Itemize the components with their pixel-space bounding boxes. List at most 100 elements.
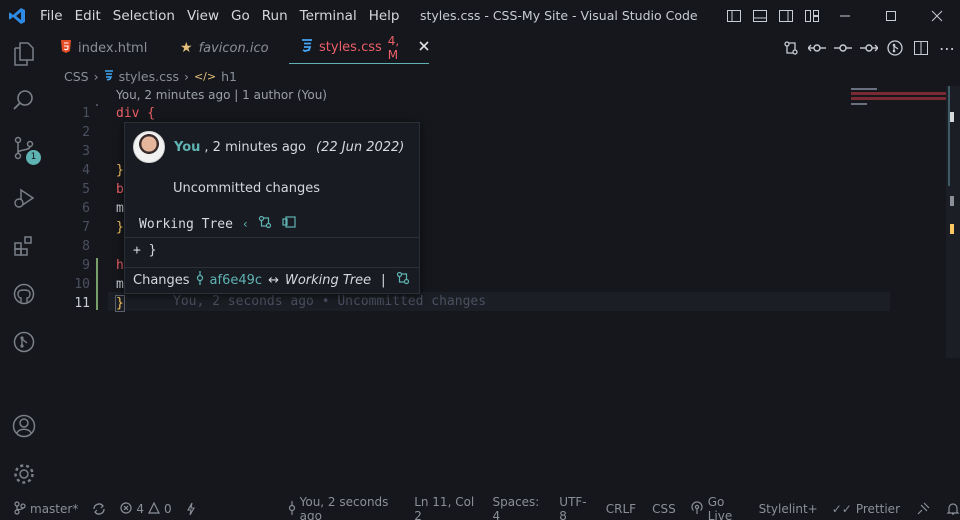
feedback-icon[interactable] (916, 498, 930, 520)
toggle-sidebar-icon[interactable] (724, 0, 744, 32)
open-file-icon[interactable] (282, 216, 296, 232)
stylelint-status[interactable]: Stylelint+ (759, 498, 818, 520)
breadcrumb-file[interactable]: styles.css (119, 69, 179, 84)
hover-diff-text: + } (133, 243, 157, 258)
compare-previous-icon[interactable]: ‹ (243, 217, 248, 231)
author-avatar (133, 131, 165, 163)
close-tab-icon[interactable] (419, 40, 429, 55)
toggle-panel-icon[interactable] (750, 0, 770, 32)
open-changes-icon[interactable] (258, 215, 272, 233)
more-actions-icon[interactable]: ⋯ (934, 32, 960, 64)
line-number: 1 (82, 106, 90, 121)
git-branch-icon (14, 500, 26, 518)
tab-favicon[interactable]: ★ favicon.ico (168, 32, 286, 64)
go-live-label: Go Live (707, 495, 733, 520)
tab-index-html[interactable]: index.html (48, 32, 166, 64)
hover-working-tree: Working Tree (139, 216, 233, 232)
source-control-icon[interactable] (0, 128, 48, 168)
end-of-line[interactable]: CRLF (606, 498, 636, 520)
error-icon (120, 501, 132, 517)
lightning-icon[interactable] (186, 498, 196, 520)
breadcrumb-folder[interactable]: CSS (64, 69, 89, 84)
menu-run[interactable]: Run (256, 0, 294, 32)
hover-diff-line: + } (133, 243, 156, 258)
line-number: 6 (82, 201, 90, 216)
hover-commit-sha[interactable]: af6e49c (210, 273, 263, 288)
search-icon[interactable] (0, 80, 48, 120)
problems-indicator[interactable]: 4 0 (120, 498, 172, 520)
notifications-bell-icon[interactable] (946, 498, 960, 520)
extensions-icon[interactable] (0, 226, 48, 266)
tab-styles-css[interactable]: styles.css 4, M (289, 32, 429, 64)
window-title: styles.css - CSS-My Site - Visual Studio… (420, 8, 698, 23)
explorer-icon[interactable] (0, 34, 48, 74)
code-line: } (116, 220, 124, 235)
hover-date: (22 Jun 2022) (316, 139, 405, 155)
prettier-status[interactable]: ✓✓ Prettier (832, 498, 900, 520)
hover-compare-target[interactable]: Working Tree (285, 273, 371, 288)
language-mode[interactable]: CSS (652, 498, 676, 520)
accounts-icon[interactable] (0, 406, 48, 446)
indentation[interactable]: Spaces: 4 (492, 495, 543, 520)
branch-indicator[interactable]: master* (14, 498, 78, 520)
vertical-scrollbar[interactable] (946, 86, 960, 358)
settings-gear-icon[interactable] (0, 454, 48, 494)
maximize-button[interactable] (868, 0, 914, 32)
split-editor-icon[interactable] (908, 32, 934, 64)
line-number-current: 11 (74, 296, 90, 311)
open-changes-icon[interactable] (396, 271, 410, 289)
html5-icon (60, 39, 72, 57)
code-line: } (116, 163, 124, 178)
next-revision-icon[interactable] (856, 32, 882, 64)
menu-edit[interactable]: Edit (69, 0, 107, 32)
activity-bar: 1 (0, 32, 48, 496)
status-bar: master* 4 0 You, 2 seconds ago Ln 11, Co… (0, 495, 960, 520)
tab-label: index.html (78, 40, 148, 56)
run-debug-icon[interactable] (0, 178, 48, 218)
code-line-current: } (115, 295, 125, 312)
hover-divider (125, 237, 419, 238)
menu-file[interactable]: File (34, 0, 69, 32)
cursor-position[interactable]: Ln 11, Col 2 (414, 495, 476, 520)
code-line: h (116, 258, 124, 273)
inline-blame-annotation: You, 2 seconds ago • Uncommitted changes (173, 294, 487, 309)
menu-view[interactable]: View (181, 0, 225, 32)
minimap[interactable] (848, 86, 946, 116)
symbol-tag-icon: </> (193, 69, 217, 83)
title-bar: File Edit Selection View Go Run Terminal… (0, 0, 960, 32)
menu-help[interactable]: Help (363, 0, 406, 32)
line-number: 5 (82, 182, 90, 197)
menu-terminal[interactable]: Terminal (294, 0, 363, 32)
open-changes-icon[interactable] (778, 32, 804, 64)
hover-author[interactable]: You (174, 140, 200, 155)
warning-icon (147, 501, 160, 517)
menu-selection[interactable]: Selection (107, 0, 181, 32)
chevron-right-icon: › (183, 68, 189, 84)
prettier-label: Prettier (855, 502, 900, 516)
menu-go[interactable]: Go (225, 0, 256, 32)
customize-layout-icon[interactable] (802, 0, 822, 32)
error-count: 4 (136, 502, 144, 516)
breadcrumb: CSS › styles.css › </> h1 (64, 66, 237, 86)
codelens-blame[interactable]: You, 2 minutes ago | 1 author (You) (116, 88, 327, 102)
close-window-button[interactable] (914, 0, 960, 32)
breadcrumb-symbol[interactable]: h1 (221, 69, 237, 84)
go-live-button[interactable]: Go Live (690, 495, 745, 520)
previous-revision-icon[interactable] (804, 32, 830, 64)
github-icon[interactable] (0, 274, 48, 314)
toggle-secondary-sidebar-icon[interactable] (776, 0, 796, 32)
broadcast-icon (690, 500, 704, 518)
gitlens-inspect-icon[interactable] (882, 32, 908, 64)
line-number: 8 (82, 239, 90, 254)
gitlens-icon[interactable] (0, 322, 48, 362)
sync-icon[interactable] (92, 498, 106, 520)
commit-icon[interactable] (830, 32, 856, 64)
code-line: div { (116, 106, 156, 121)
encoding[interactable]: UTF-8 (559, 495, 589, 520)
branch-name: master* (30, 502, 79, 516)
blame-indicator[interactable]: You, 2 seconds ago (288, 495, 399, 520)
hover-changes-label: Changes (133, 272, 190, 288)
minimize-button[interactable] (822, 0, 868, 32)
vscode-logo-icon (0, 0, 34, 32)
line-number: 3 (82, 144, 90, 159)
